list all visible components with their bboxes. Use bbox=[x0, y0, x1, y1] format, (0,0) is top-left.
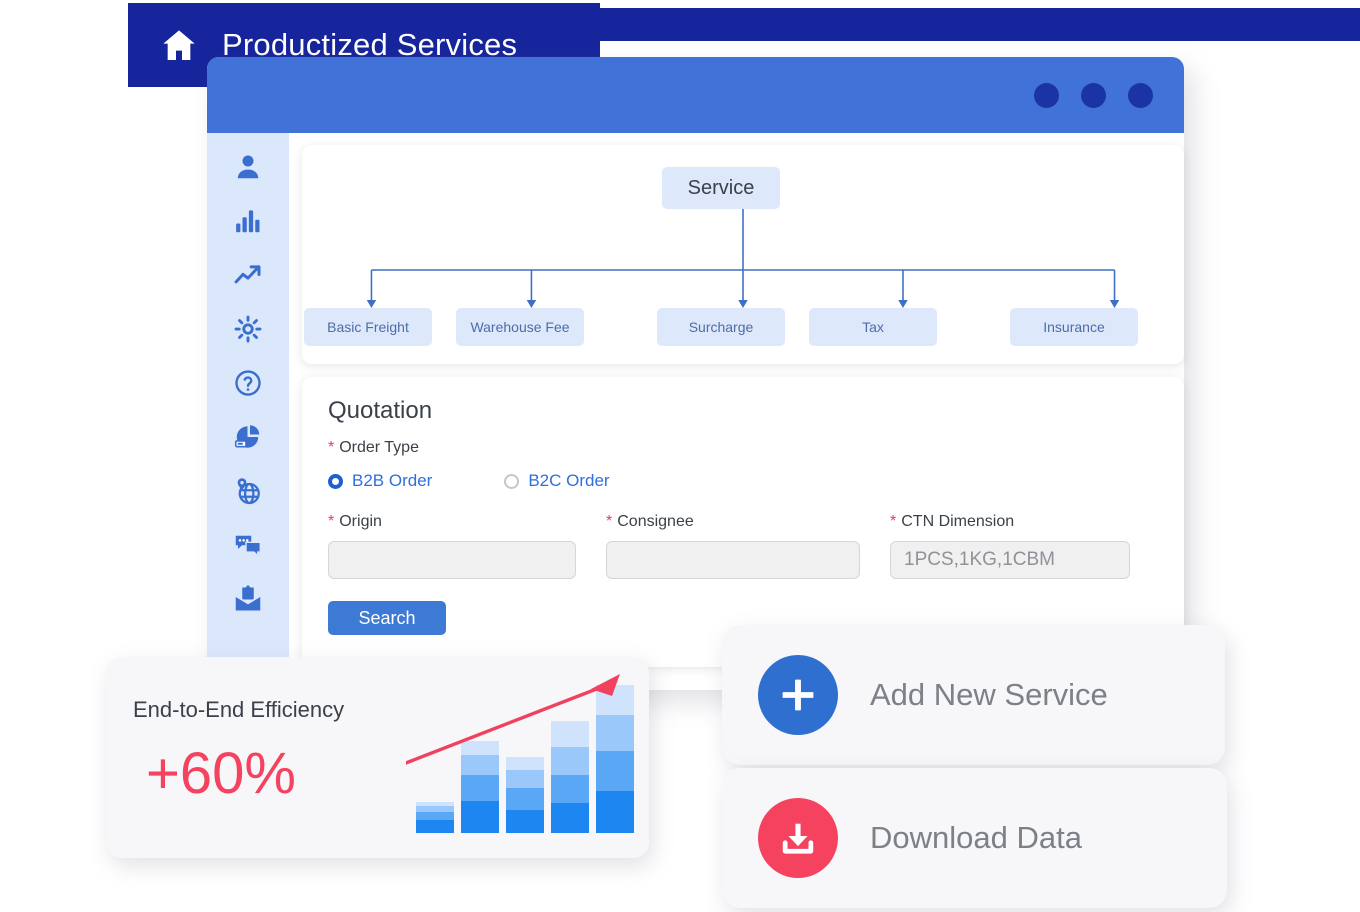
screenshot-canvas: Productized Services Service Basic Freig… bbox=[0, 0, 1360, 912]
main-content: Service Basic Freight Warehouse Fee Surc… bbox=[289, 133, 1208, 690]
home-icon bbox=[163, 30, 195, 60]
order-type-radio-group: B2B Order B2C Order bbox=[328, 471, 1160, 491]
radio-option-b2b[interactable]: B2B Order bbox=[328, 471, 432, 491]
window-titlebar bbox=[207, 57, 1184, 133]
org-node-root[interactable]: Service bbox=[662, 167, 780, 209]
radio-b2b-label: B2B Order bbox=[352, 471, 433, 490]
field-origin: * Origin bbox=[328, 513, 576, 579]
sidebar-item-help[interactable] bbox=[223, 361, 273, 405]
org-node-insurance[interactable]: Insurance bbox=[1010, 308, 1138, 346]
sidebar-item-settings[interactable] bbox=[223, 307, 273, 351]
org-node-tax[interactable]: Tax bbox=[809, 308, 937, 346]
radio-b2c-indicator[interactable] bbox=[504, 473, 520, 489]
required-asterisk: * bbox=[890, 513, 897, 530]
window-dot[interactable] bbox=[1081, 82, 1106, 108]
ctn-dimension-input[interactable]: 1PCS,1KG,1CBM bbox=[890, 541, 1130, 579]
help-circle-icon bbox=[235, 370, 261, 396]
origin-input[interactable] bbox=[328, 541, 576, 579]
efficiency-title: End-to-End Efficiency bbox=[133, 697, 345, 722]
sidebar-item-mail[interactable] bbox=[223, 577, 273, 621]
mail-icon bbox=[235, 585, 261, 611]
efficiency-value: +60% bbox=[146, 741, 296, 806]
org-node-basic-freight[interactable]: Basic Freight bbox=[304, 308, 432, 346]
field-consignee: * Consignee bbox=[606, 513, 860, 579]
download-data-label: Download Data bbox=[870, 820, 1082, 855]
sidebar-item-network[interactable] bbox=[223, 469, 273, 513]
app-window: Service Basic Freight Warehouse Fee Surc… bbox=[207, 57, 1184, 690]
consignee-label-text: Consignee bbox=[617, 513, 694, 530]
service-hierarchy-card: Service Basic Freight Warehouse Fee Surc… bbox=[302, 145, 1184, 364]
window-body: Service Basic Freight Warehouse Fee Surc… bbox=[207, 133, 1184, 690]
required-asterisk: * bbox=[328, 439, 335, 456]
radio-b2c-label: B2C Order bbox=[528, 471, 610, 490]
field-ctn-dimension: * CTN Dimension 1PCS,1KG,1CBM bbox=[890, 513, 1130, 579]
bar-chart-icon bbox=[236, 210, 260, 233]
download-glyph bbox=[782, 823, 814, 854]
pie-chart-icon bbox=[234, 425, 260, 448]
sidebar-item-messages[interactable] bbox=[223, 523, 273, 567]
plus-icon bbox=[758, 655, 838, 735]
consignee-input[interactable] bbox=[606, 541, 860, 579]
chart-bar bbox=[416, 802, 454, 833]
required-asterisk: * bbox=[328, 513, 335, 530]
efficiency-bar-chart bbox=[406, 674, 634, 833]
sidebar bbox=[207, 133, 289, 690]
order-type-label: * Order Type bbox=[328, 439, 1160, 457]
sidebar-item-user[interactable] bbox=[223, 145, 273, 189]
required-asterisk: * bbox=[606, 513, 613, 530]
org-node-warehouse-fee[interactable]: Warehouse Fee bbox=[456, 308, 584, 346]
chart-bar bbox=[551, 721, 589, 833]
radio-option-b2c[interactable]: B2C Order bbox=[504, 471, 610, 491]
ctn-dimension-label-text: CTN Dimension bbox=[901, 513, 1015, 530]
download-data-card[interactable]: Download Data bbox=[722, 768, 1227, 908]
gear-icon bbox=[234, 315, 262, 343]
order-type-label-text: Order Type bbox=[339, 439, 419, 456]
window-dot[interactable] bbox=[1128, 82, 1153, 108]
chart-bar bbox=[506, 757, 544, 833]
quotation-card: Quotation * Order Type B2B Order B2C Ord… bbox=[302, 377, 1184, 667]
download-icon bbox=[758, 798, 838, 878]
quotation-title: Quotation bbox=[328, 397, 433, 424]
add-new-service-label: Add New Service bbox=[870, 677, 1108, 712]
add-new-service-card[interactable]: Add New Service bbox=[722, 625, 1225, 765]
consignee-label: * Consignee bbox=[606, 513, 860, 531]
radio-b2b-indicator[interactable] bbox=[328, 473, 343, 489]
chart-bar bbox=[461, 741, 499, 833]
chat-icon bbox=[235, 535, 261, 558]
top-navy-stripe bbox=[598, 8, 1360, 41]
trending-up-icon bbox=[234, 265, 261, 284]
window-dot[interactable] bbox=[1034, 82, 1059, 108]
efficiency-card: End-to-End Efficiency +60% bbox=[106, 657, 649, 858]
sidebar-item-trends[interactable] bbox=[223, 253, 273, 297]
globe-location-icon bbox=[237, 478, 260, 505]
ctn-dimension-label: * CTN Dimension bbox=[890, 513, 1130, 531]
search-button[interactable]: Search bbox=[328, 601, 446, 635]
sidebar-item-reports[interactable] bbox=[223, 415, 273, 459]
origin-label-text: Origin bbox=[339, 513, 382, 530]
plus-glyph bbox=[782, 679, 814, 711]
org-node-surcharge[interactable]: Surcharge bbox=[657, 308, 785, 346]
quotation-fields: * Origin * Consignee * CTN Dimension 1PC… bbox=[328, 513, 1160, 579]
user-icon bbox=[237, 155, 259, 179]
chart-bar bbox=[596, 685, 634, 833]
origin-label: * Origin bbox=[328, 513, 576, 531]
sidebar-item-statistics[interactable] bbox=[223, 199, 273, 243]
